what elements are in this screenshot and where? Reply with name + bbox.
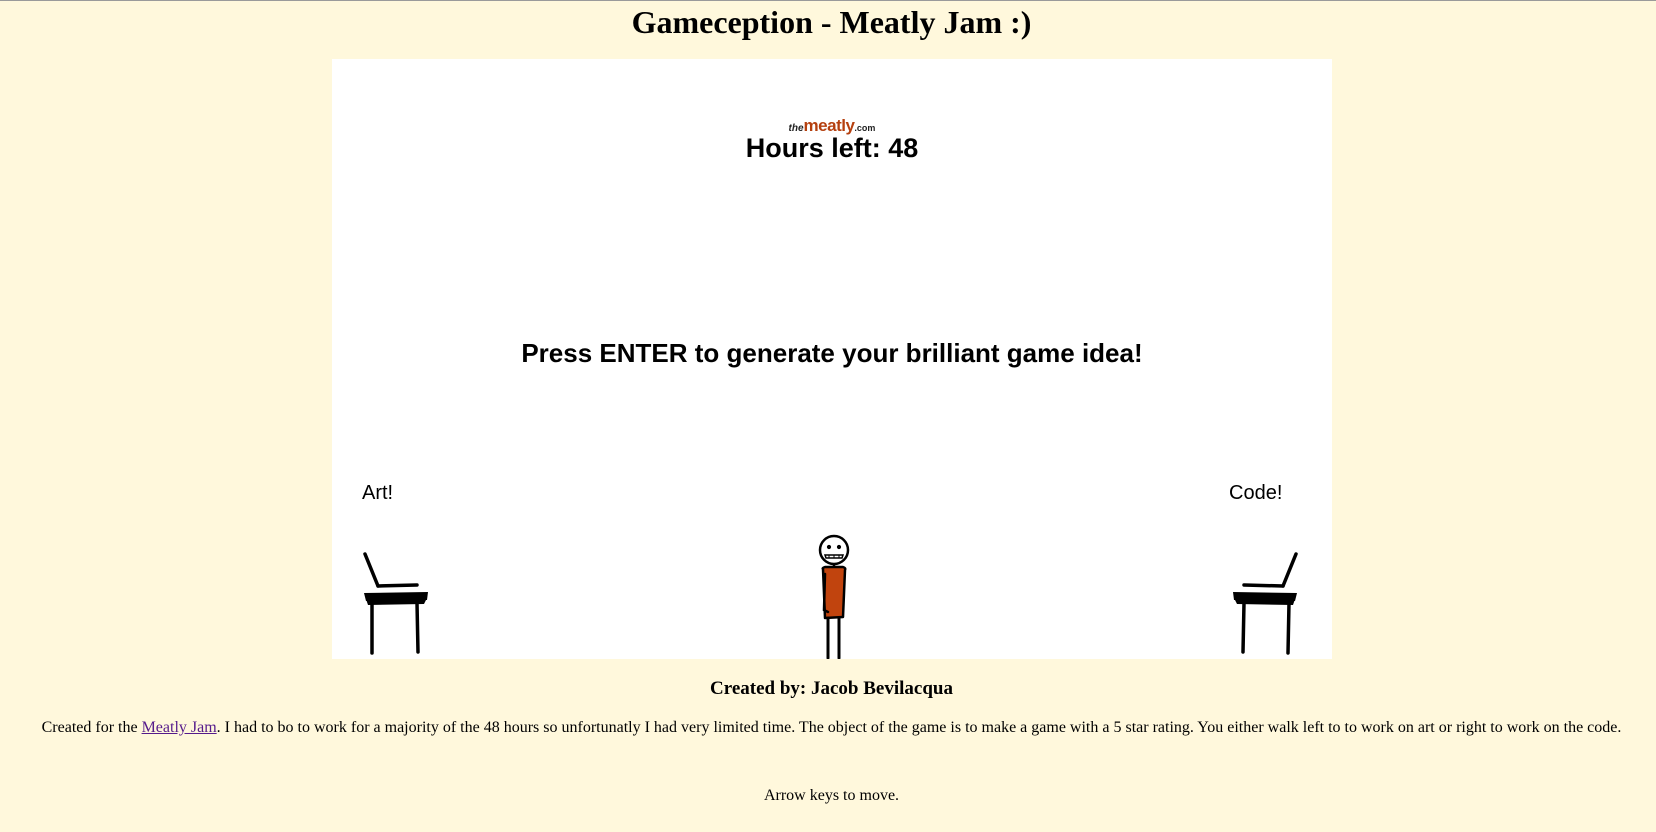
meatly-jam-link[interactable]: Meatly Jam [142, 719, 217, 736]
art-zone-label: Art! [362, 482, 394, 504]
player-character [818, 534, 850, 659]
hours-left-counter: Hours left: 48 [745, 133, 919, 163]
art-desk [363, 552, 428, 655]
description-body: . I had to bo to work for a majority of … [216, 719, 1622, 736]
game-prompt: Press ENTER to generate your brilliant g… [521, 338, 1143, 368]
desk-legs [370, 601, 420, 655]
description-intro: Created for the [41, 719, 142, 736]
player-head [818, 534, 850, 566]
desk-legs [1241, 601, 1291, 655]
player-legs [826, 616, 841, 659]
laptop-icon [1242, 552, 1298, 588]
code-zone-label: Code! [1229, 482, 1283, 504]
top-rule [0, 0, 1656, 1]
game-canvas[interactable]: themeatly.com Hours left: 48 Press ENTER… [332, 59, 1332, 659]
author-credit: Created by: Jacob Bevilacqua [710, 678, 953, 699]
code-desk [1233, 552, 1298, 655]
page-title: Gameception - Meatly Jam :) [631, 4, 1032, 40]
controls-hint: Arrow keys to move. [763, 787, 900, 804]
game-description: Created for the Meatly Jam. I had to bo … [0, 718, 1656, 737]
laptop-icon [363, 552, 419, 588]
